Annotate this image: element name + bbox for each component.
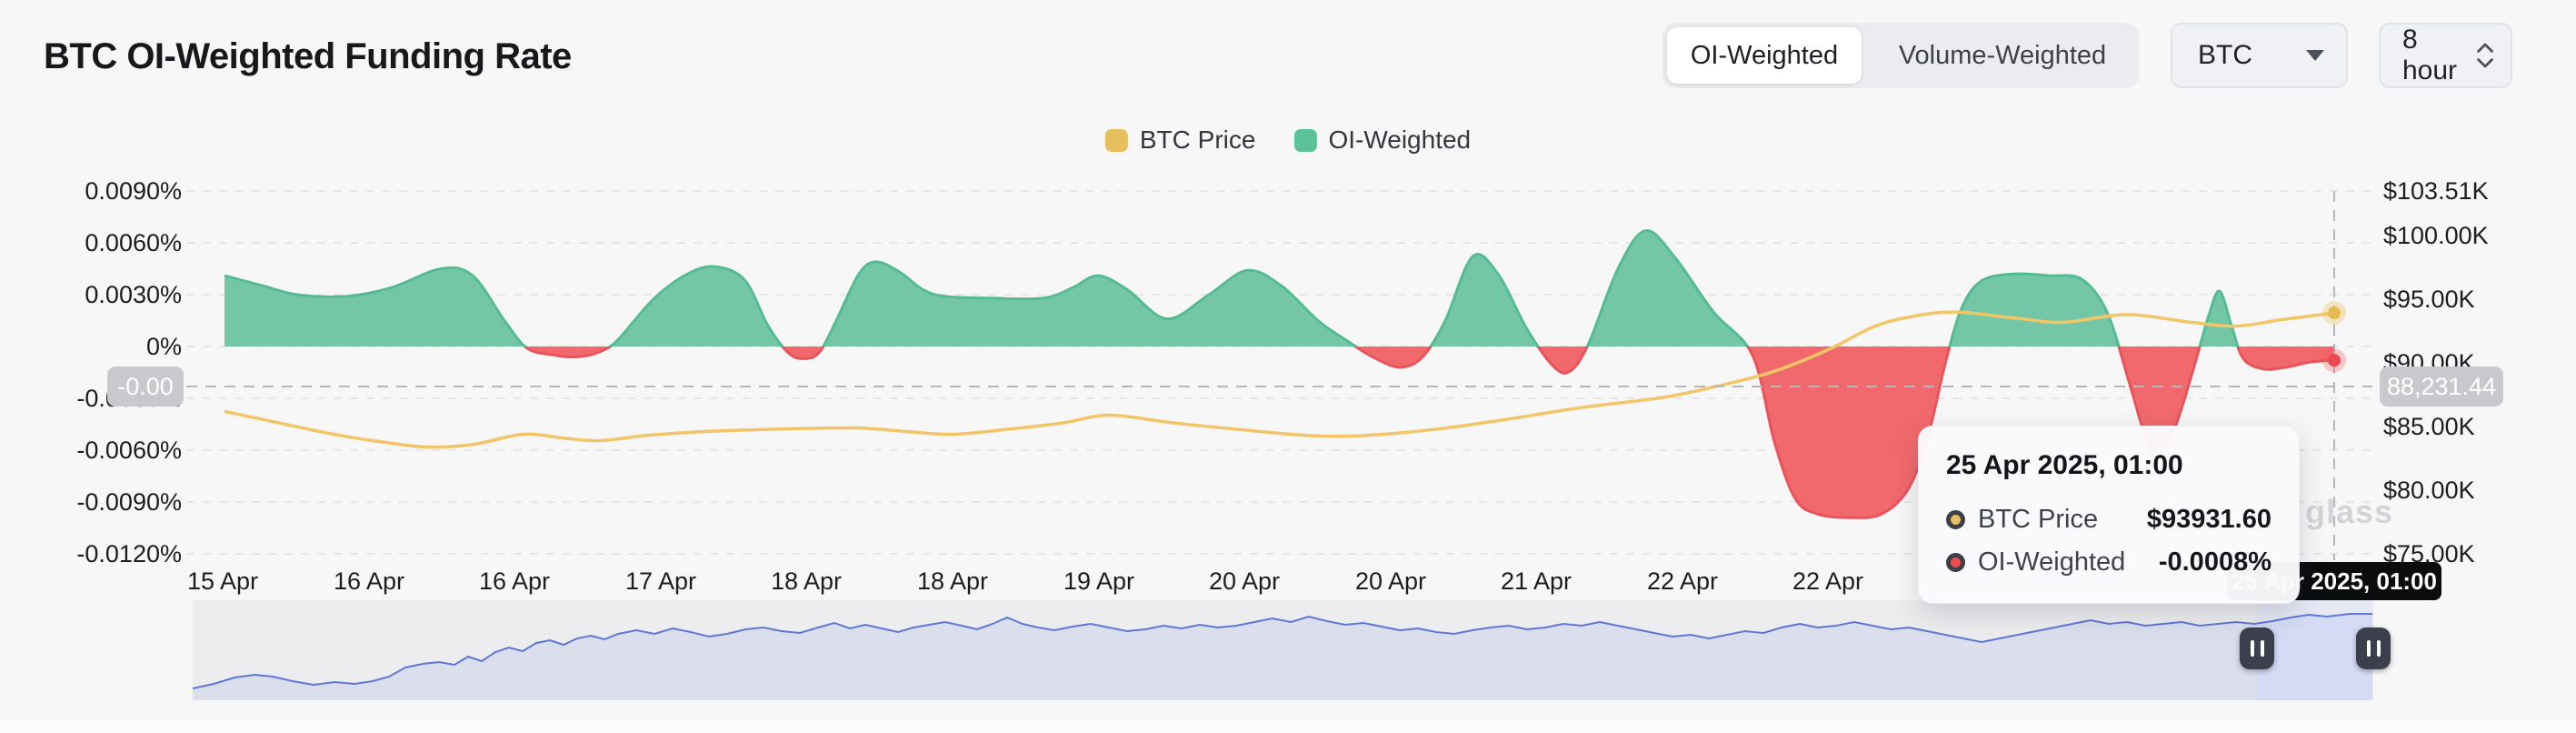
legend-swatch-icon: [1105, 129, 1128, 152]
price-dot: [2328, 306, 2341, 319]
coinglass-watermark: glass: [2305, 493, 2393, 531]
tooltip-series-marker-icon: [1946, 510, 1965, 529]
left-axis-tick: 0.0090%: [0, 179, 182, 204]
funding-rate-dashboard: BTC OI-Weighted Funding Rate OI-Weighted…: [0, 0, 2576, 733]
tooltip-series-value: $93931.60: [2147, 505, 2271, 535]
navigator-right-handle[interactable]: [2356, 628, 2391, 669]
legend-swatch-icon: [1293, 129, 1316, 152]
tooltip-series-label: BTC Price: [1978, 505, 2098, 535]
x-axis-tick: 18 Apr: [771, 569, 842, 594]
right-axis-tick: $80.00K: [2383, 478, 2475, 503]
left-axis-tick: -0.0090%: [0, 490, 182, 515]
x-axis-tick: 21 Apr: [1501, 569, 1572, 594]
x-axis-tick: 19 Apr: [1063, 569, 1134, 594]
tooltip-date: 25 Apr 2025, 01:00: [1946, 450, 2271, 481]
x-axis-tick: 15 Apr: [187, 569, 258, 594]
x-axis-tick: 16 Apr: [479, 569, 550, 594]
tooltip-row: OI-Weighted -0.0008%: [1946, 547, 2271, 577]
chart-tooltip: 25 Apr 2025, 01:00 BTC Price $93931.60 OI-…: [1918, 426, 2300, 604]
right-axis-tick: $100.00K: [2383, 224, 2489, 248]
left-axis-tick: 0%: [0, 335, 182, 359]
tooltip-series-label: OI-Weighted: [1978, 547, 2125, 577]
legend-label: BTC Price: [1140, 126, 1256, 155]
right-axis-tick: $103.51K: [2383, 179, 2489, 204]
chart-legend: BTC Price OI-Weighted: [1105, 126, 1471, 155]
right-axis-tick: $85.00K: [2383, 415, 2475, 439]
crosshair-right-axis-badge: 88,231.44: [2380, 366, 2503, 407]
tooltip-row: BTC Price $93931.60: [1946, 505, 2271, 535]
x-axis-tick: 22 Apr: [1647, 569, 1718, 594]
tooltip-rows: BTC Price $93931.60 OI-Weighted -0.0008%: [1946, 505, 2271, 577]
x-axis-tick: 18 Apr: [917, 569, 988, 594]
navigator-left-handle[interactable]: [2240, 628, 2274, 669]
navigator-unselected-mask: [193, 600, 2257, 700]
x-axis-tick: 16 Apr: [334, 569, 404, 594]
left-axis-tick: -0.0120%: [0, 542, 182, 567]
tooltip-series-value: -0.0008%: [2159, 547, 2271, 577]
x-axis-tick: 20 Apr: [1209, 569, 1280, 594]
legend-item-oi-weighted[interactable]: OI-Weighted: [1293, 126, 1471, 155]
legend-item-btc-price[interactable]: BTC Price: [1105, 126, 1256, 155]
left-axis-tick: -0.0060%: [0, 438, 182, 463]
left-axis-tick: 0.0060%: [0, 231, 182, 256]
legend-label: OI-Weighted: [1328, 126, 1471, 155]
tooltip-series-marker-icon: [1946, 553, 1965, 572]
crosshair-left-axis-badge: -0.00: [107, 366, 184, 407]
funding-dot: [2328, 354, 2341, 366]
x-axis-tick: 22 Apr: [1792, 569, 1863, 594]
x-axis-tick: 17 Apr: [625, 569, 696, 594]
x-axis-tick: 20 Apr: [1355, 569, 1426, 594]
chart-canvas[interactable]: [0, 0, 2576, 733]
left-axis-tick: 0.0030%: [0, 283, 182, 307]
right-axis-tick: $95.00K: [2383, 287, 2475, 312]
